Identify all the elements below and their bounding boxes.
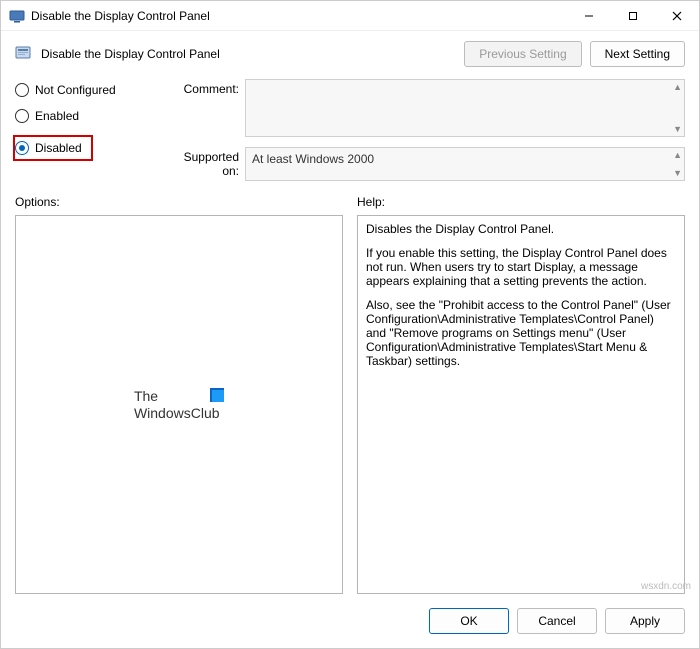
brand-line2: WindowsClub [134,405,224,422]
radio-circle-icon [15,109,29,123]
apply-button[interactable]: Apply [605,608,685,634]
options-panel: The WindowsClub [15,215,343,594]
radio-label: Not Configured [35,83,116,97]
radio-not-configured[interactable]: Not Configured [15,83,155,97]
close-button[interactable] [655,1,699,31]
radio-label: Disabled [35,141,82,155]
radio-circle-icon [15,141,29,155]
radio-enabled[interactable]: Enabled [15,109,155,123]
source-watermark: wsxdn.com [641,581,691,592]
comment-field[interactable]: ▲ ▼ [245,79,685,137]
state-radio-group: Not Configured Enabled Disabled [15,79,155,181]
watermark-logo: The WindowsClub [134,388,224,422]
options-column: Options: The WindowsClub [15,195,343,594]
supported-value: At least Windows 2000 [252,152,374,166]
maximize-button[interactable] [611,1,655,31]
brand-square-icon [210,388,224,402]
app-icon [9,8,25,24]
previous-setting-button[interactable]: Previous Setting [464,41,581,67]
help-paragraph: If you enable this setting, the Display … [366,246,676,288]
scroll-down-icon[interactable]: ▼ [673,124,682,134]
help-column: Help: Disables the Display Control Panel… [357,195,685,594]
help-label: Help: [357,195,685,209]
form-grid: Comment: ▲ ▼ Supported on: At least Wind… [165,79,685,181]
lower-section: Options: The WindowsClub Help: Disables … [1,181,699,594]
settings-row: Not Configured Enabled Disabled Comment:… [1,73,699,181]
policy-icon [15,45,33,63]
supported-label: Supported on: [165,147,245,178]
radio-disabled[interactable]: Disabled [13,135,93,161]
options-label: Options: [15,195,343,209]
header-row: Disable the Display Control Panel Previo… [1,31,699,73]
scroll-up-icon[interactable]: ▲ [673,150,682,160]
scroll-up-icon[interactable]: ▲ [673,82,682,92]
help-paragraph: Disables the Display Control Panel. [366,222,676,236]
titlebar: Disable the Display Control Panel [1,1,699,31]
radio-label: Enabled [35,109,79,123]
supported-field: At least Windows 2000 ▲ ▼ [245,147,685,181]
help-panel: Disables the Display Control Panel. If y… [357,215,685,594]
window-title: Disable the Display Control Panel [31,9,210,23]
policy-editor-window: Disable the Display Control Panel Disabl… [0,0,700,649]
brand-line1: The [134,388,158,404]
ok-button[interactable]: OK [429,608,509,634]
policy-name: Disable the Display Control Panel [41,47,220,61]
help-paragraph: Also, see the "Prohibit access to the Co… [366,298,676,368]
comment-label: Comment: [165,79,245,96]
next-setting-button[interactable]: Next Setting [590,41,685,67]
scroll-down-icon[interactable]: ▼ [673,168,682,178]
minimize-button[interactable] [567,1,611,31]
radio-circle-icon [15,83,29,97]
cancel-button[interactable]: Cancel [517,608,597,634]
dialog-footer: OK Cancel Apply [1,594,699,648]
